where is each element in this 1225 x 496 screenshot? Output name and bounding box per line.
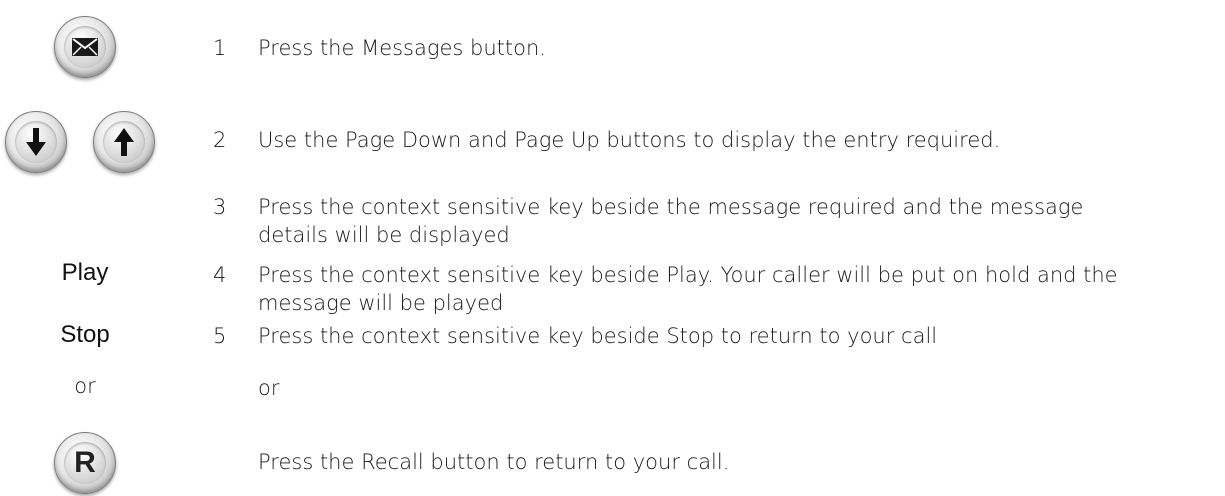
messages-button[interactable]: [54, 16, 116, 78]
recall-button[interactable]: R: [54, 432, 116, 494]
recall-r-icon: R: [74, 446, 96, 479]
arrow-up-icon: [114, 128, 134, 156]
page-down-button[interactable]: [5, 111, 67, 173]
stop-softkey-label: Stop: [60, 321, 110, 348]
step-text: Press the context sensitive key beside P…: [258, 263, 1118, 287]
or-label: or: [258, 376, 280, 400]
recall-instruction: Press the Recall button to return to you…: [258, 450, 730, 474]
step-text: Press the context sensitive key beside t…: [258, 195, 1084, 219]
step-number: 3: [213, 195, 227, 219]
step-text: Use the Page Down and Page Up buttons to…: [258, 128, 1001, 152]
play-softkey-label: Play: [61, 259, 109, 286]
step-text: message will be played: [258, 291, 504, 315]
step-number: 1: [213, 36, 227, 60]
or-label: or: [74, 374, 96, 398]
page-up-button[interactable]: [93, 111, 155, 173]
envelope-icon: [72, 38, 98, 56]
step-number: 2: [213, 128, 227, 152]
step-text: Press the context sensitive key beside S…: [258, 324, 938, 348]
step-number: 4: [213, 263, 227, 287]
arrow-down-icon: [26, 128, 46, 156]
step-text: Press the Messages button.: [258, 36, 546, 60]
step-number: 5: [213, 324, 227, 348]
step-text: details will be displayed: [258, 223, 510, 247]
